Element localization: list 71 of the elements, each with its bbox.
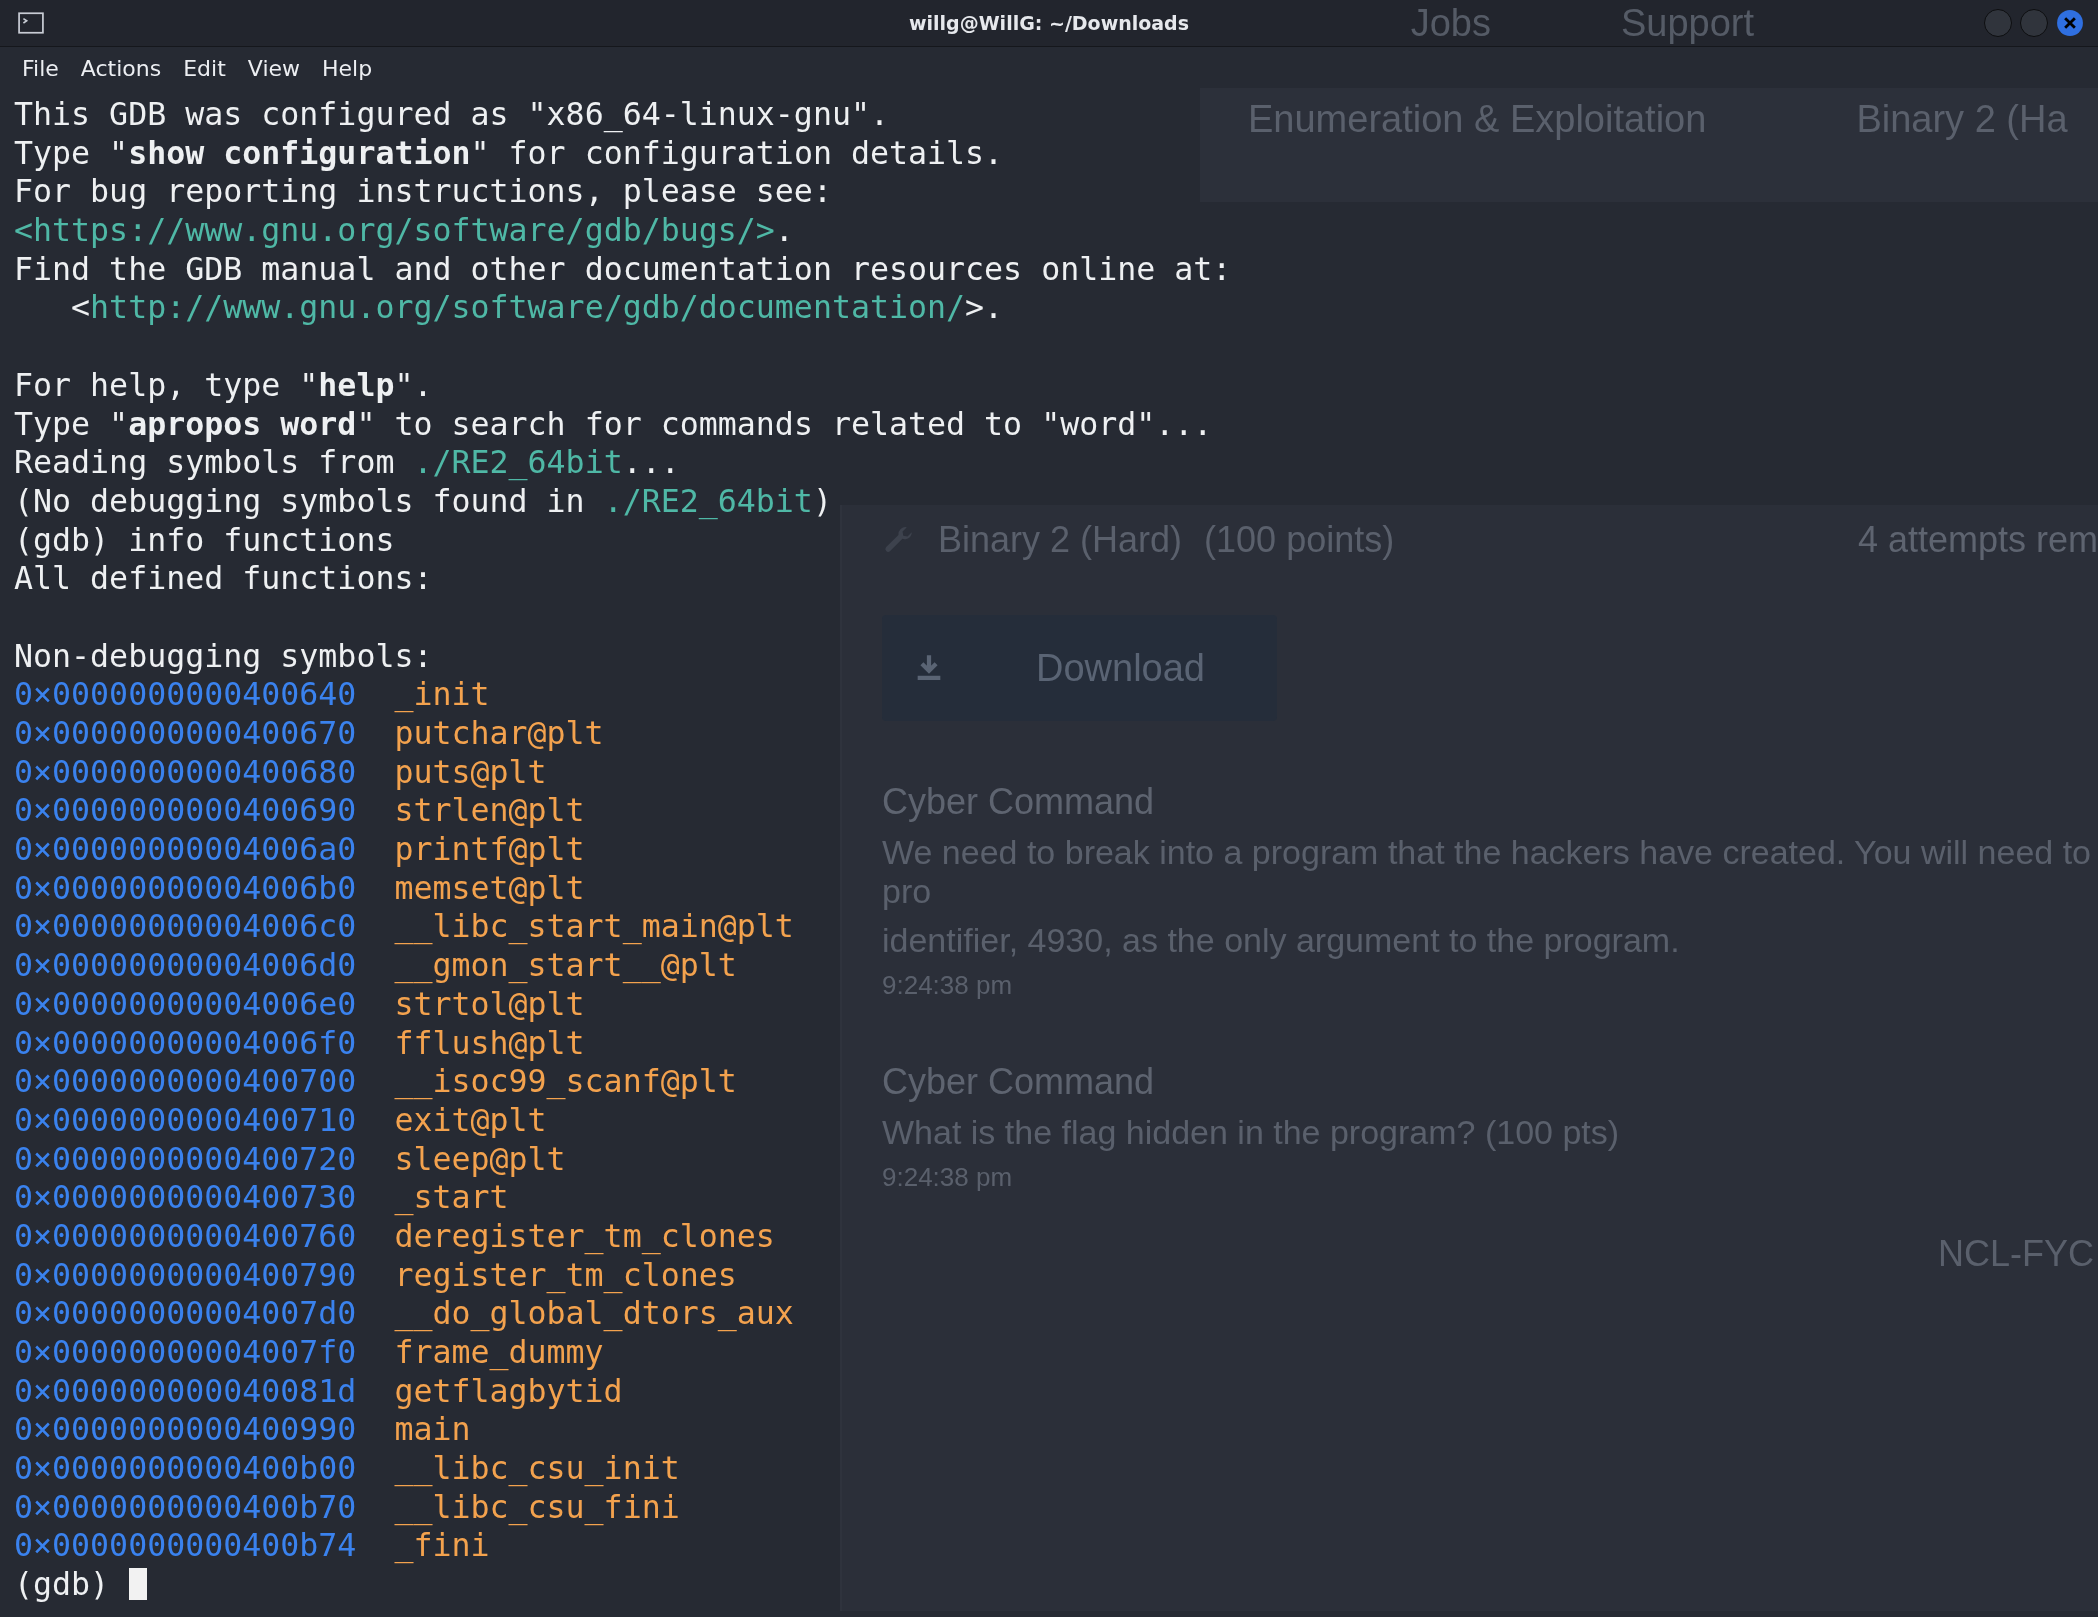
symbol-address: 0×0000000000400700 — [14, 1062, 357, 1101]
symbol-address: 0×00000000004006c0 — [14, 907, 357, 947]
symbol-name: _fini — [394, 1526, 490, 1566]
symbol-address: 0×00000000004006a0 — [14, 830, 357, 869]
symbol-address: 0×0000000000400680 — [14, 752, 357, 792]
minimize-button[interactable] — [1984, 9, 2012, 37]
menu-item[interactable]: Actions — [80, 55, 162, 81]
menu-item[interactable]: Help — [322, 55, 373, 81]
symbol-name: sleep@plt — [394, 1139, 566, 1179]
terminal-line: <https://www.gnu.org/software/gdb/bugs/>. — [14, 211, 794, 250]
terminal-line: Type "show configuration" for configuration details. — [14, 133, 1004, 173]
window-title: willg@WillG: ~/Downloads — [908, 12, 1190, 34]
symbol-name: __gmon_start__@plt — [394, 946, 737, 985]
symbol-name: __libc_csu_init — [394, 1449, 680, 1488]
maximize-button[interactable] — [2020, 9, 2048, 37]
symbol-name: __libc_start_main@plt — [394, 907, 794, 947]
symbol-name: _init — [394, 675, 490, 714]
symbol-name: puts@plt — [394, 752, 547, 792]
terminal-line: This GDB was configured as "x86_64-linux-gnu". — [14, 95, 889, 134]
terminal-line: (gdb) info functions — [14, 520, 395, 560]
symbol-address: 0×0000000000400720 — [14, 1139, 357, 1179]
symbol-name: exit@plt — [394, 1100, 547, 1140]
menu-item[interactable]: View — [247, 55, 301, 81]
terminal-line: For bug reporting instructions, please see: — [14, 172, 832, 212]
symbol-name: main — [394, 1410, 471, 1450]
terminal-line: (No debugging symbols found in ./RE2_64bit) — [14, 481, 832, 521]
symbol-name: printf@plt — [394, 830, 585, 869]
terminal-line: Non-debugging symbols: — [14, 636, 433, 676]
symbol-address: 0×00000000004006b0 — [14, 868, 357, 908]
menu-item[interactable]: File — [22, 55, 59, 81]
text-cursor — [129, 1568, 148, 1601]
symbol-address: 0×00000000004006e0 — [14, 984, 357, 1024]
symbol-address: 0×0000000000400990 — [14, 1410, 357, 1450]
terminal-line: All defined functions: — [14, 559, 433, 598]
terminal-icon — [18, 12, 44, 34]
symbol-name: putchar@plt — [394, 714, 604, 753]
terminal-line: Find the GDB manual and other documentation resources online at: — [14, 249, 1232, 289]
symbol-name: strlen@plt — [394, 791, 585, 831]
symbol-address: 0×0000000000400b70 — [14, 1487, 357, 1527]
symbol-address: 0×0000000000400670 — [14, 714, 357, 753]
symbol-name: fflush@plt — [394, 1023, 585, 1063]
symbol-address: 0×00000000004006d0 — [14, 946, 357, 985]
symbol-name: strtol@plt — [394, 984, 585, 1024]
symbol-name: frame_dummy — [394, 1333, 604, 1372]
symbol-address: 0×000000000040081d — [14, 1371, 357, 1411]
symbol-name: __isoc99_scanf@plt — [394, 1062, 737, 1101]
terminal-line: <http://www.gnu.org/software/gdb/documentation/>. — [70, 288, 1004, 328]
symbol-name: register_tm_clones — [394, 1255, 737, 1295]
symbol-address: 0×0000000000400790 — [14, 1255, 357, 1295]
symbol-name: __do_global_dtors_aux — [394, 1294, 794, 1333]
terminal-line: Reading symbols from ./RE2_64bit... — [14, 443, 680, 482]
terminal-line: For help, type "help". — [14, 365, 433, 405]
symbol-address: 0×00000000004007f0 — [14, 1333, 357, 1372]
symbol-name: deregister_tm_clones — [394, 1216, 775, 1256]
symbol-address: 0×0000000000400640 — [14, 675, 357, 714]
terminal-line: Type "apropos word" to search for commands related to "word"... — [14, 404, 1213, 444]
symbol-name: memset@plt — [394, 868, 585, 908]
symbol-address: 0×0000000000400690 — [14, 791, 357, 831]
gdb-prompt: (gdb) — [14, 1565, 110, 1604]
symbol-address: 0×0000000000400b74 — [14, 1526, 357, 1566]
symbol-address: 0×0000000000400b00 — [14, 1449, 357, 1488]
symbol-address: 0×00000000004007d0 — [14, 1294, 357, 1333]
symbol-address: 0×0000000000400730 — [14, 1178, 357, 1217]
symbol-address: 0×0000000000400710 — [14, 1100, 357, 1140]
symbol-address: 0×00000000004006f0 — [14, 1023, 357, 1063]
close-icon[interactable] — [2056, 9, 2084, 37]
symbol-address: 0×0000000000400760 — [14, 1216, 357, 1256]
symbol-name: __libc_csu_fini — [394, 1487, 680, 1527]
symbol-name: _start — [394, 1178, 509, 1217]
menu-item[interactable]: Edit — [183, 55, 226, 81]
symbol-name: getflagbytid — [394, 1371, 623, 1411]
